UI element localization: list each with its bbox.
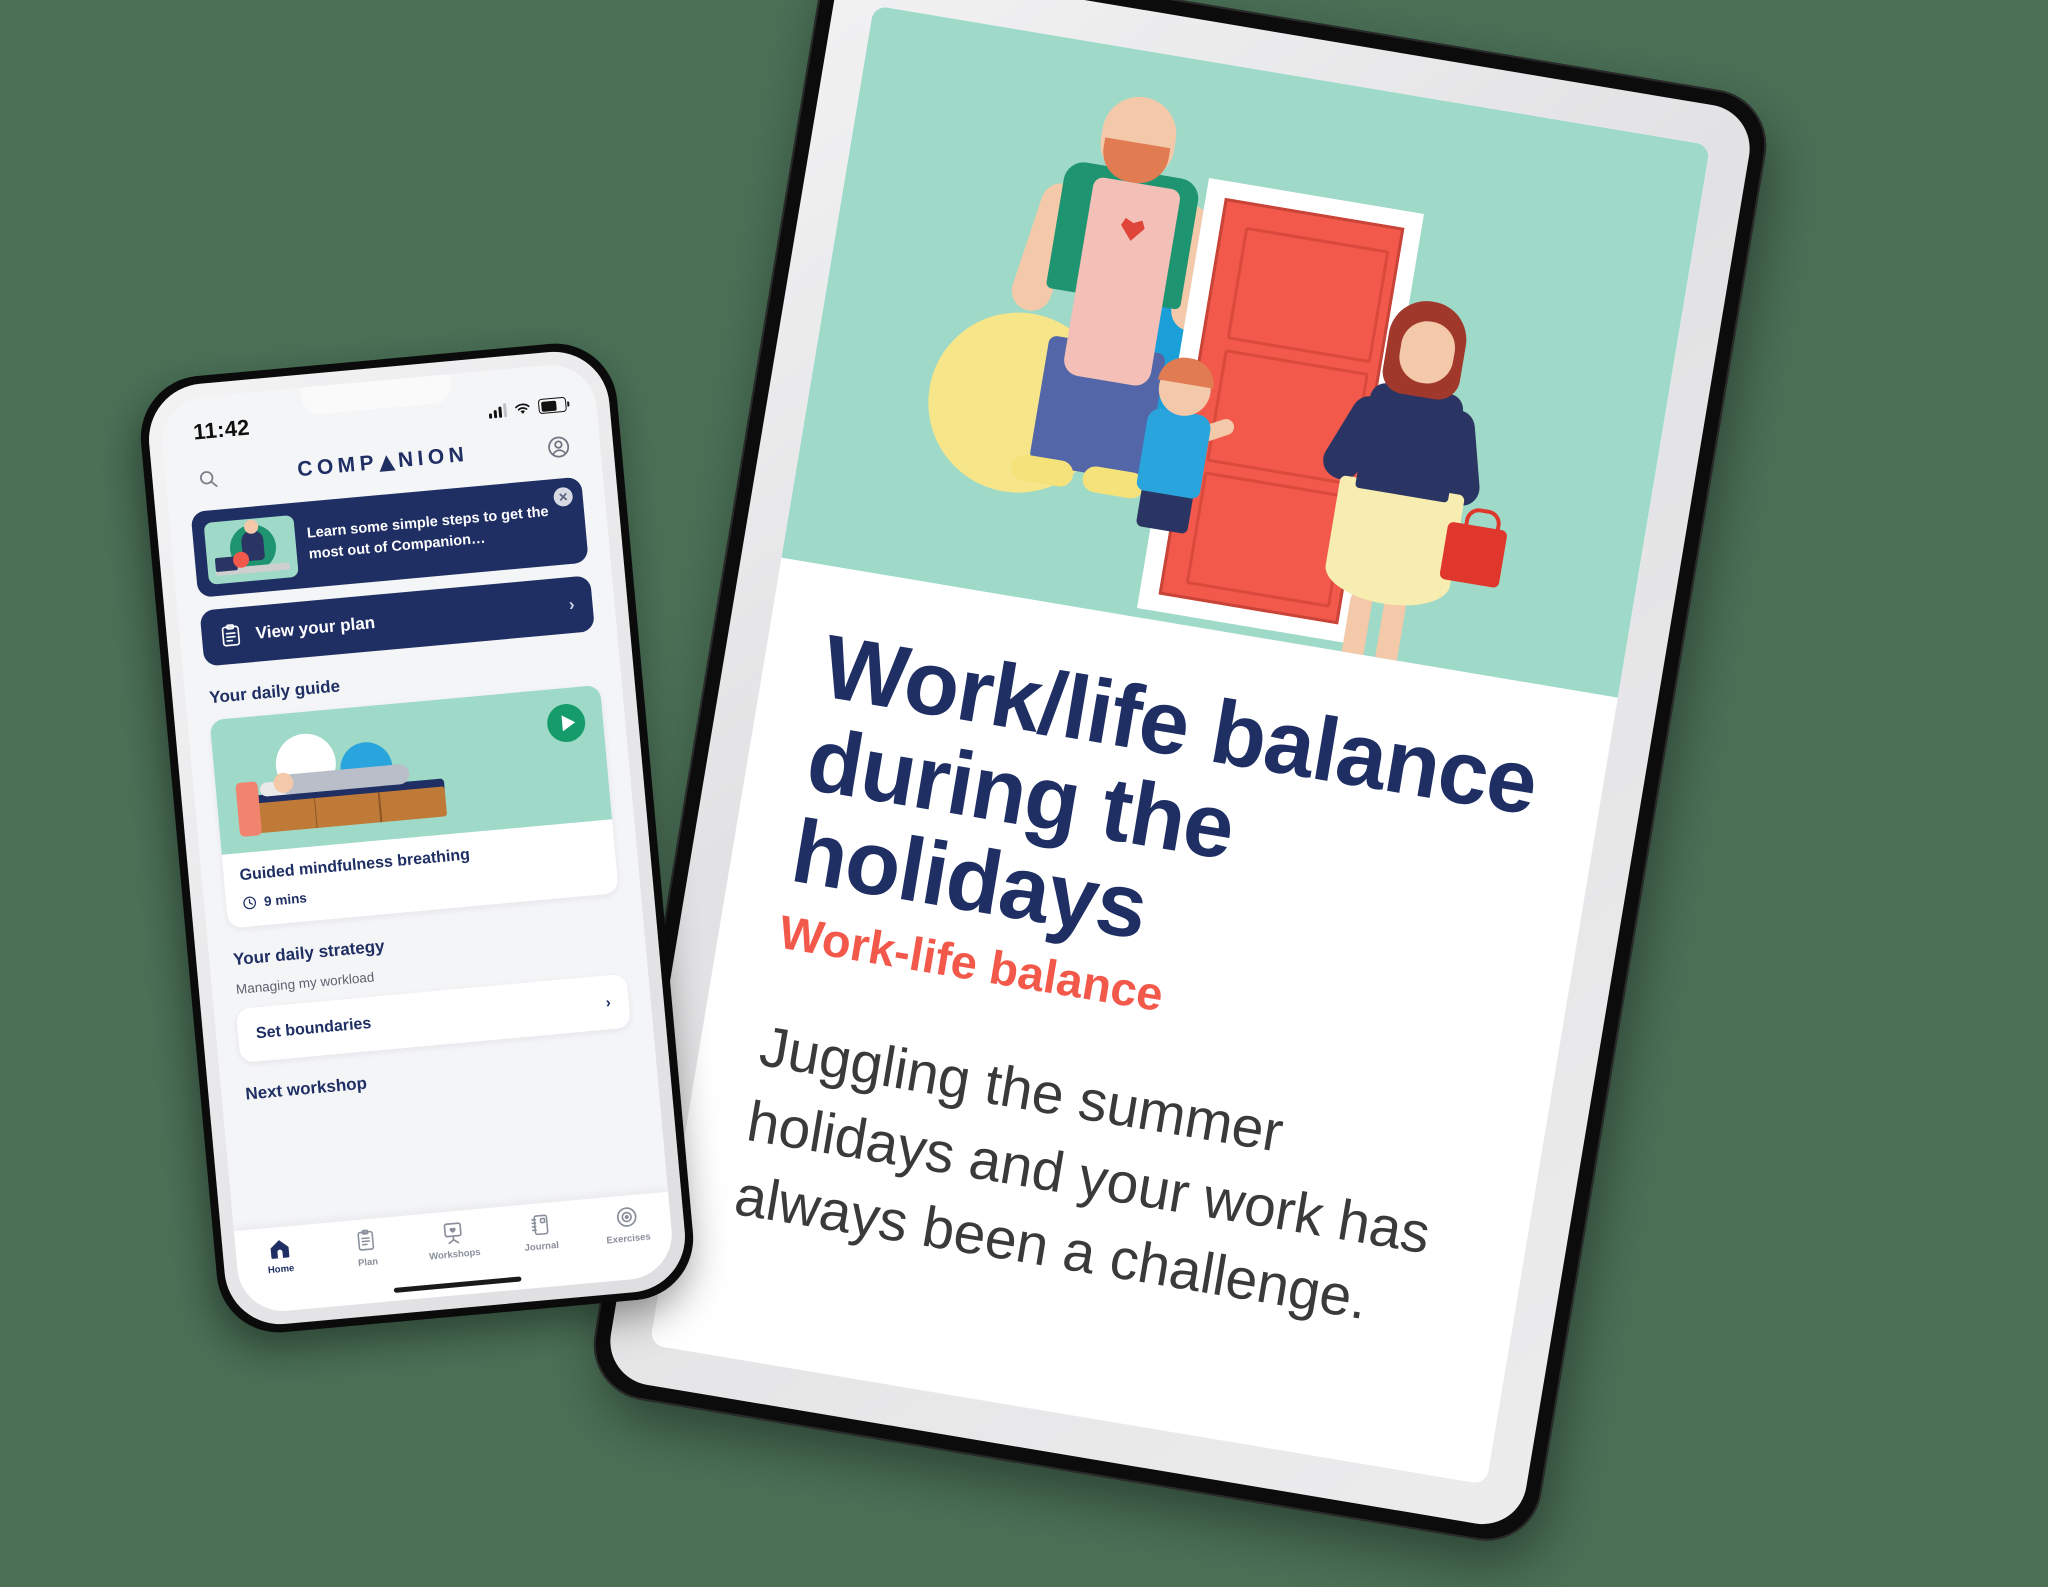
phone-screen: 11:42 COMP NION Learn some simple steps … xyxy=(158,361,676,1315)
clipboard-icon xyxy=(221,624,241,647)
view-your-plan-label: View your plan xyxy=(254,612,376,643)
clock-icon xyxy=(243,896,257,910)
article-content: Work/life balance during the holidays Wo… xyxy=(670,558,1618,1364)
article-body: Juggling the summer holidays and your wo… xyxy=(730,1014,1435,1333)
brand-triangle-icon xyxy=(378,454,396,472)
bottom-tab-bar: Home Plan Workshops Journal Exercises xyxy=(233,1191,676,1315)
next-workshop-heading: Next workshop xyxy=(244,1073,368,1104)
wifi-icon xyxy=(515,403,530,414)
easel-heart-icon xyxy=(443,1222,462,1245)
tablet-screen: Work/life balance during the holidays Wo… xyxy=(649,5,1711,1485)
search-icon[interactable] xyxy=(190,461,225,496)
home-icon xyxy=(270,1240,289,1259)
tab-journal[interactable]: Journal xyxy=(495,1210,585,1257)
daily-guide-card[interactable]: Guided mindfulness breathing 9 mins xyxy=(209,684,619,929)
tab-plan[interactable]: Plan xyxy=(322,1225,412,1272)
notebook-icon xyxy=(530,1214,549,1236)
phone-bezel: 11:42 COMP NION Learn some simple steps … xyxy=(144,347,690,1329)
status-icons xyxy=(488,396,567,419)
tab-home-label: Home xyxy=(267,1262,295,1277)
phone-frame: 11:42 COMP NION Learn some simple steps … xyxy=(135,338,699,1338)
tablet-frame: Work/life balance during the holidays Wo… xyxy=(585,0,1775,1550)
chevron-right-icon: › xyxy=(567,594,576,615)
tab-home[interactable]: Home xyxy=(235,1233,325,1279)
tab-plan-label: Plan xyxy=(357,1256,379,1270)
phone-device: 11:42 COMP NION Learn some simple steps … xyxy=(130,338,699,1355)
target-icon xyxy=(616,1207,637,1227)
brand-text-left: COMP xyxy=(296,451,380,482)
clipboard-list-icon xyxy=(357,1229,375,1251)
promo-text: Learn some simple steps to get the most … xyxy=(306,504,550,563)
tab-exercises[interactable]: Exercises xyxy=(582,1202,672,1249)
cellular-signal-icon xyxy=(488,403,508,419)
tab-workshops[interactable]: Workshops xyxy=(408,1217,498,1264)
mockup-scene: Work/life balance during the holidays Wo… xyxy=(0,0,2048,1587)
brand-text-right: NION xyxy=(396,442,470,473)
account-circle-icon[interactable] xyxy=(541,429,576,464)
battery-icon xyxy=(537,396,567,415)
set-boundaries-label: Set boundaries xyxy=(255,1014,372,1043)
tab-journal-label: Journal xyxy=(524,1239,560,1254)
app-brand-logo: COMP NION xyxy=(296,443,469,482)
play-icon[interactable] xyxy=(545,702,587,744)
tab-exercises-label: Exercises xyxy=(606,1231,652,1247)
tablet-device: Work/life balance during the holidays Wo… xyxy=(585,0,1781,1573)
tab-workshops-label: Workshops xyxy=(428,1246,482,1263)
promo-thumbnail xyxy=(203,514,299,585)
chevron-right-icon: › xyxy=(604,993,612,1012)
status-time: 11:42 xyxy=(192,414,251,445)
daily-guide-duration: 9 mins xyxy=(263,890,308,910)
home-scroll-content: Learn some simple steps to get the most … xyxy=(169,475,657,1107)
